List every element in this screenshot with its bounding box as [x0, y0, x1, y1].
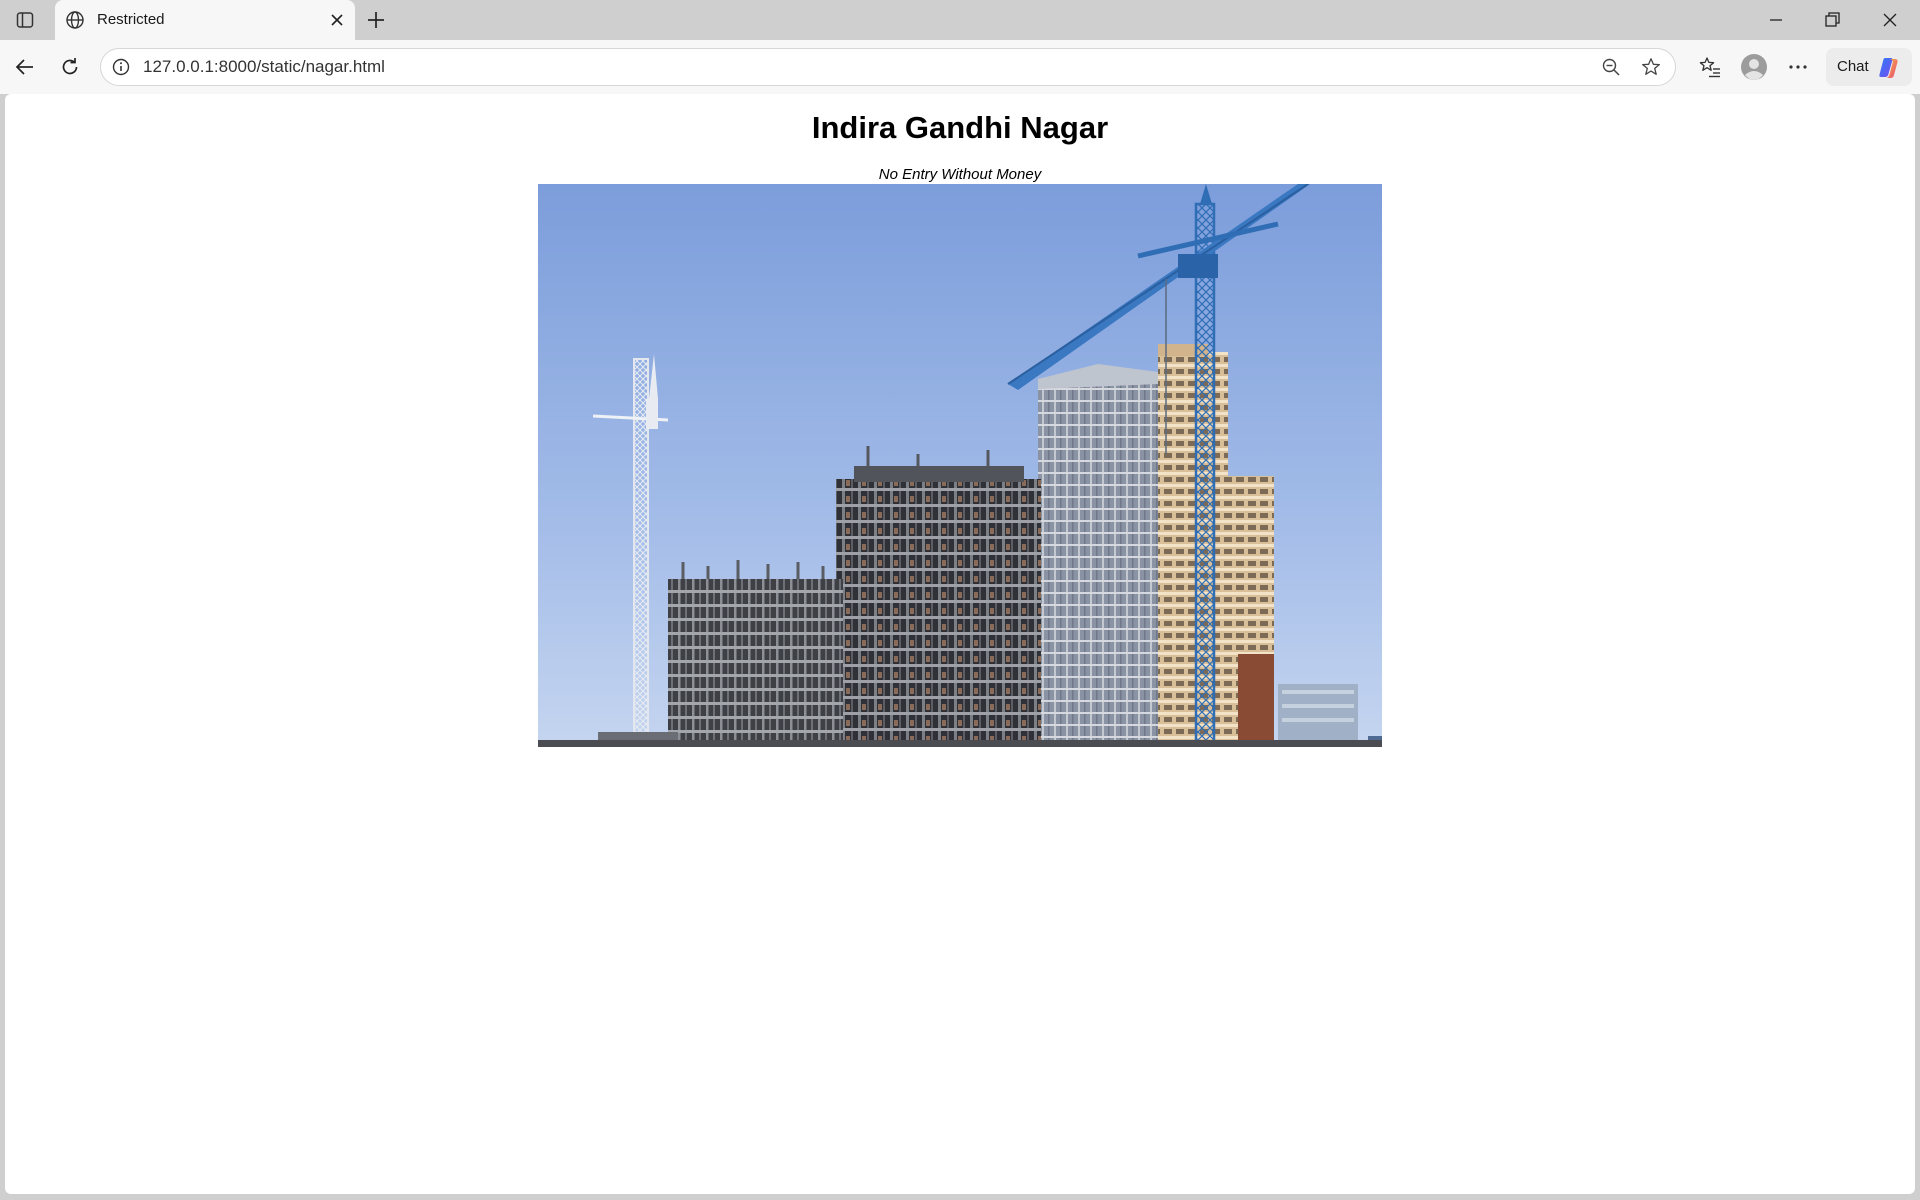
site-info-icon[interactable] — [111, 57, 131, 77]
profile-button[interactable] — [1739, 52, 1769, 82]
browser-toolbar: 127.0.0.1:8000/static/nagar.html Chat — [0, 40, 1920, 94]
favorites-button[interactable] — [1695, 52, 1725, 82]
reload-button[interactable] — [55, 52, 85, 82]
reload-icon — [62, 58, 78, 75]
zoom-out-icon[interactable] — [1601, 57, 1621, 77]
browser-tab[interactable]: Restricted — [55, 0, 355, 40]
new-tab-icon[interactable] — [364, 8, 388, 32]
close-window-icon[interactable] — [1876, 8, 1904, 32]
page-viewport: Indira Gandhi Nagar No Entry Without Mon… — [5, 94, 1915, 1194]
back-button[interactable] — [10, 52, 40, 82]
page-subtitle: No Entry Without Money — [878, 166, 1042, 183]
favorite-star-icon[interactable] — [1641, 57, 1661, 77]
construction-site-photo — [538, 184, 1382, 747]
chat-button-label: Chat — [1837, 58, 1869, 75]
globe-icon — [66, 11, 84, 29]
avatar-icon — [1741, 54, 1767, 80]
back-arrow-icon — [15, 59, 33, 75]
page-title: Indira Gandhi Nagar — [811, 110, 1109, 145]
address-bar[interactable]: 127.0.0.1:8000/static/nagar.html — [100, 48, 1676, 86]
chat-button[interactable]: Chat — [1826, 48, 1912, 86]
minimize-icon[interactable] — [1762, 8, 1790, 32]
copilot-icon — [1879, 58, 1898, 78]
tab-actions-icon — [16, 12, 34, 28]
url-text[interactable]: 127.0.0.1:8000/static/nagar.html — [143, 57, 385, 77]
tab-actions-button[interactable] — [10, 6, 40, 34]
close-tab-icon[interactable] — [327, 10, 347, 30]
more-menu-button[interactable] — [1783, 52, 1813, 82]
tab-strip: Restricted — [0, 0, 1920, 40]
restore-icon[interactable] — [1818, 8, 1846, 32]
favorites-list-icon — [1699, 57, 1720, 78]
tab-title: Restricted — [97, 11, 165, 28]
more-dots-icon — [1789, 65, 1807, 69]
